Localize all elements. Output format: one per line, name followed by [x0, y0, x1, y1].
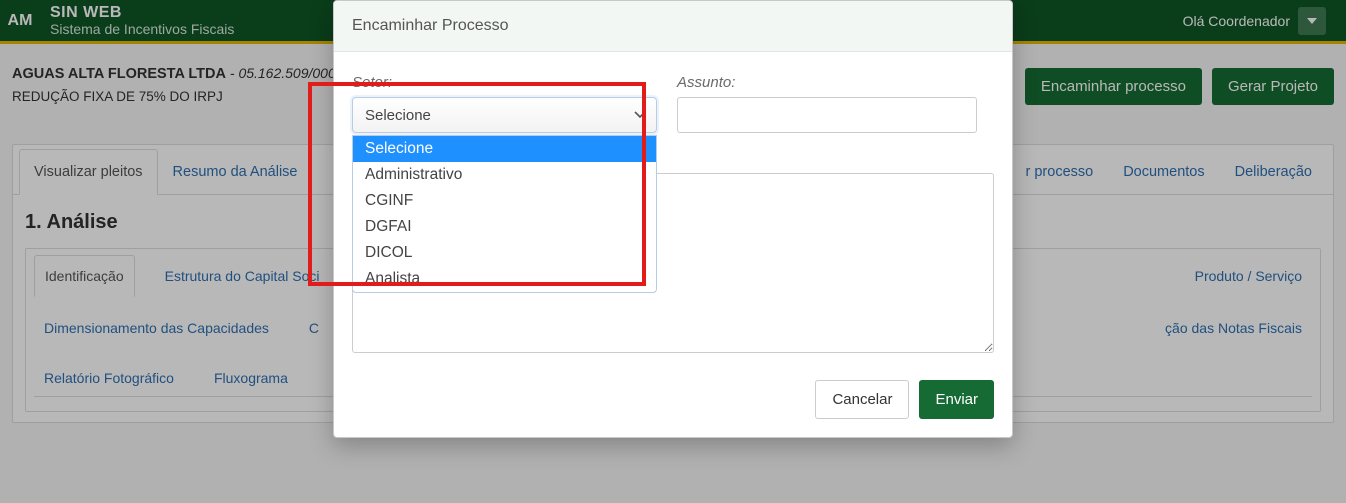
- option-analista[interactable]: Analista: [353, 266, 656, 292]
- setor-select[interactable]: Selecione Selecione Administrativo CGINF…: [352, 97, 657, 133]
- setor-select-button[interactable]: Selecione: [352, 97, 657, 133]
- option-dicol[interactable]: DICOL: [353, 240, 656, 266]
- assunto-input[interactable]: [677, 97, 977, 133]
- setor-options: Selecione Administrativo CGINF DGFAI DIC…: [352, 135, 657, 293]
- forward-process-modal: Encaminhar Processo Setor: Selecione Sel…: [333, 0, 1013, 438]
- setor-label: Setor:: [352, 74, 657, 91]
- submit-button[interactable]: Enviar: [919, 380, 994, 419]
- chevron-down-icon: [634, 111, 646, 119]
- modal-footer: Cancelar Enviar: [334, 368, 1012, 437]
- cancel-button[interactable]: Cancelar: [815, 380, 909, 419]
- option-administrativo[interactable]: Administrativo: [353, 162, 656, 188]
- option-dgfai[interactable]: DGFAI: [353, 214, 656, 240]
- option-selecione[interactable]: Selecione: [353, 136, 656, 162]
- modal-title: Encaminhar Processo: [352, 17, 994, 35]
- option-cginf[interactable]: CGINF: [353, 188, 656, 214]
- modal-header: Encaminhar Processo: [334, 1, 1012, 52]
- modal-body: Setor: Selecione Selecione Administrativ…: [334, 52, 1012, 368]
- assunto-group: Assunto:: [677, 74, 977, 133]
- form-row: Setor: Selecione Selecione Administrativ…: [352, 74, 994, 133]
- assunto-label: Assunto:: [677, 74, 977, 91]
- setor-group: Setor: Selecione Selecione Administrativ…: [352, 74, 657, 133]
- setor-select-value: Selecione: [365, 107, 431, 124]
